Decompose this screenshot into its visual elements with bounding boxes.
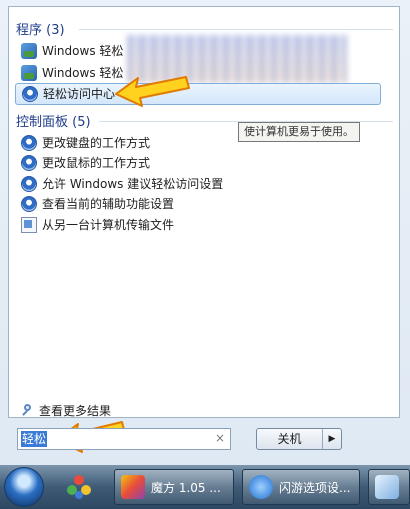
programs-heading: 程序 (3) — [16, 23, 65, 38]
transfer-document-icon — [21, 217, 37, 233]
cp-item-mouse[interactable]: 更改鼠标的工作方式 — [21, 153, 150, 173]
cp-item-label: 更改鼠标的工作方式 — [42, 156, 151, 170]
cp-item-label: 查看当前的辅助功能设置 — [42, 197, 175, 211]
taskbar-button-window[interactable] — [368, 469, 410, 505]
window-app-icon — [375, 475, 399, 499]
pinned-app-icon[interactable] — [66, 474, 92, 500]
cp-item-view-settings[interactable]: 查看当前的辅助功能设置 — [21, 194, 174, 214]
taskbar-button-mofang[interactable]: 魔方 1.05 ... — [114, 469, 234, 505]
search-input[interactable]: 轻松 × — [17, 428, 231, 450]
ease-of-access-icon — [21, 155, 37, 171]
program-item-ease-of-access-center[interactable]: 轻松访问中心 — [15, 83, 381, 105]
cube-app-icon — [121, 475, 145, 499]
ease-of-access-icon — [22, 86, 38, 102]
control-panel-heading: 控制面板 (5) — [16, 115, 91, 130]
annotation-arrow-icon — [115, 76, 190, 107]
clear-search-icon[interactable]: × — [215, 431, 225, 445]
taskbar-button-flash-options[interactable]: 闪游选项设... — [242, 469, 360, 505]
ease-of-access-icon — [21, 196, 37, 212]
program-label: Windows 轻松 — [42, 44, 124, 58]
program-item-1[interactable]: Windows 轻松 — [21, 41, 123, 61]
program-app-icon — [21, 65, 37, 81]
cp-item-label: 更改键盘的工作方式 — [42, 136, 151, 150]
shutdown-button[interactable]: 关机 ▶ — [256, 428, 342, 450]
taskbar: 魔方 1.05 ... 闪游选项设... — [0, 465, 410, 509]
taskbar-button-label: 魔方 1.05 ... — [151, 480, 221, 495]
program-app-icon — [21, 43, 37, 59]
cp-item-transfer-files[interactable]: 从另一台计算机传输文件 — [21, 215, 174, 235]
see-more-label: 查看更多结果 — [39, 404, 112, 418]
start-menu: 程序 (3) Windows 轻松 Windows 轻松 轻松访问中心 控制面板… — [0, 0, 410, 465]
cp-item-label: 允许 Windows 建议轻松访问设置 — [42, 177, 224, 191]
see-more-results-link[interactable]: 查看更多结果 — [21, 402, 111, 419]
cp-item-keyboard[interactable]: 更改键盘的工作方式 — [21, 133, 150, 153]
shutdown-options-arrow-icon[interactable]: ▶ — [322, 429, 341, 449]
program-label: 轻松访问中心 — [43, 87, 116, 101]
taskbar-button-label: 闪游选项设... — [279, 480, 351, 495]
ease-of-access-icon — [21, 176, 37, 192]
search-icon — [21, 404, 34, 417]
program-item-2[interactable]: Windows 轻松 — [21, 63, 123, 83]
programs-divider — [79, 29, 393, 30]
cp-item-recommend[interactable]: 允许 Windows 建议轻松访问设置 — [21, 174, 223, 194]
tooltip: 使计算机更易于使用。 — [238, 122, 360, 142]
shutdown-label: 关机 — [277, 432, 302, 446]
flash-app-icon — [249, 475, 273, 499]
search-input-value: 轻松 — [21, 431, 48, 447]
cp-item-label: 从另一台计算机传输文件 — [42, 218, 175, 232]
start-button[interactable] — [4, 467, 44, 507]
ease-of-access-icon — [21, 135, 37, 151]
search-results-panel: 程序 (3) Windows 轻松 Windows 轻松 轻松访问中心 控制面板… — [8, 6, 400, 418]
